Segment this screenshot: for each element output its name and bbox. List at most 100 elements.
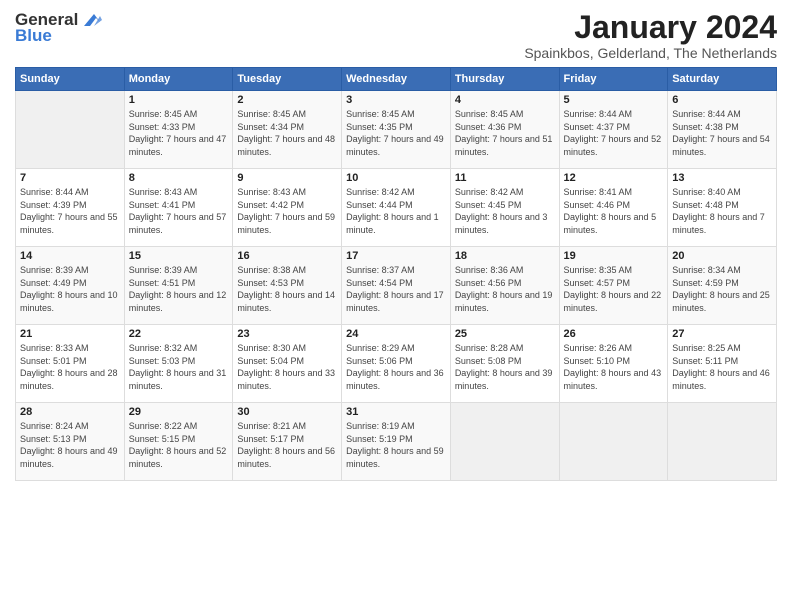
day-number: 7 — [20, 172, 120, 184]
cell-content: Sunrise: 8:45 AMSunset: 4:33 PMDaylight:… — [129, 108, 229, 158]
day-number: 18 — [455, 250, 555, 262]
calendar-cell: 10Sunrise: 8:42 AMSunset: 4:44 PMDayligh… — [342, 169, 451, 247]
day-number: 16 — [237, 250, 337, 262]
cell-content: Sunrise: 8:43 AMSunset: 4:42 PMDaylight:… — [237, 186, 337, 236]
calendar-cell — [668, 403, 777, 481]
calendar-cell: 3 Sunrise: 8:45 AMSunset: 4:35 PMDaylight… — [342, 91, 451, 169]
day-number: 13 — [672, 172, 772, 184]
day-number: 25 — [455, 328, 555, 340]
cell-content: Sunrise: 8:26 AMSunset: 5:10 PMDaylight:… — [564, 342, 664, 392]
calendar-cell: 20 Sunrise: 8:34 AMSunset: 4:59 PMDayligh… — [668, 247, 777, 325]
cell-content: Sunrise: 8:32 AMSunset: 5:03 PMDaylight:… — [129, 342, 229, 392]
calendar-cell: 29 Sunrise: 8:22 AMSunset: 5:15 PMDayligh… — [124, 403, 233, 481]
calendar-cell: 28Sunrise: 8:24 AMSunset: 5:13 PMDayligh… — [16, 403, 125, 481]
cell-content: Sunrise: 8:37 AMSunset: 4:54 PMDaylight:… — [346, 264, 446, 314]
cell-content: Sunrise: 8:29 AMSunset: 5:06 PMDaylight:… — [346, 342, 446, 392]
cell-content: Sunrise: 8:22 AMSunset: 5:15 PMDaylight:… — [129, 420, 229, 470]
day-number: 1 — [129, 94, 229, 106]
calendar-cell: 11Sunrise: 8:42 AMSunset: 4:45 PMDayligh… — [450, 169, 559, 247]
calendar-cell: 2Sunrise: 8:45 AMSunset: 4:34 PMDaylight… — [233, 91, 342, 169]
logo: General Blue — [15, 10, 102, 46]
week-row-1: 7 Sunrise: 8:44 AMSunset: 4:39 PMDaylight… — [16, 169, 777, 247]
calendar-cell: 5Sunrise: 8:44 AMSunset: 4:37 PMDaylight… — [559, 91, 668, 169]
calendar-cell: 14 Sunrise: 8:39 AMSunset: 4:49 PMDayligh… — [16, 247, 125, 325]
day-number: 3 — [346, 94, 446, 106]
day-number: 21 — [20, 328, 120, 340]
cell-content: Sunrise: 8:45 AMSunset: 4:35 PMDaylight:… — [346, 108, 446, 158]
day-number: 6 — [672, 94, 772, 106]
calendar-cell: 27Sunrise: 8:25 AMSunset: 5:11 PMDayligh… — [668, 325, 777, 403]
header-wednesday: Wednesday — [342, 68, 451, 91]
calendar-cell: 4 Sunrise: 8:45 AMSunset: 4:36 PMDaylight… — [450, 91, 559, 169]
day-number: 28 — [20, 406, 120, 418]
cell-content: Sunrise: 8:44 AMSunset: 4:38 PMDaylight:… — [672, 108, 772, 158]
calendar-cell: 24 Sunrise: 8:29 AMSunset: 5:06 PMDayligh… — [342, 325, 451, 403]
cell-content: Sunrise: 8:45 AMSunset: 4:34 PMDaylight:… — [237, 108, 337, 158]
calendar-cell — [16, 91, 125, 169]
week-row-3: 21 Sunrise: 8:33 AMSunset: 5:01 PMDayligh… — [16, 325, 777, 403]
calendar-cell: 15 Sunrise: 8:39 AMSunset: 4:51 PMDayligh… — [124, 247, 233, 325]
header-sunday: Sunday — [16, 68, 125, 91]
calendar-cell: 7 Sunrise: 8:44 AMSunset: 4:39 PMDaylight… — [16, 169, 125, 247]
day-number: 12 — [564, 172, 664, 184]
location: Spainkbos, Gelderland, The Netherlands — [524, 45, 777, 61]
month-title: January 2024 — [524, 10, 777, 45]
cell-content: Sunrise: 8:35 AMSunset: 4:57 PMDaylight:… — [564, 264, 664, 314]
calendar-cell: 1 Sunrise: 8:45 AMSunset: 4:33 PMDaylight… — [124, 91, 233, 169]
day-number: 20 — [672, 250, 772, 262]
cell-content: Sunrise: 8:40 AMSunset: 4:48 PMDaylight:… — [672, 186, 772, 236]
calendar-cell — [450, 403, 559, 481]
calendar-cell: 13 Sunrise: 8:40 AMSunset: 4:48 PMDayligh… — [668, 169, 777, 247]
day-number: 24 — [346, 328, 446, 340]
calendar-table: SundayMondayTuesdayWednesdayThursdayFrid… — [15, 67, 777, 481]
day-number: 14 — [20, 250, 120, 262]
day-number: 30 — [237, 406, 337, 418]
calendar-cell: 17Sunrise: 8:37 AMSunset: 4:54 PMDayligh… — [342, 247, 451, 325]
header-monday: Monday — [124, 68, 233, 91]
day-number: 8 — [129, 172, 229, 184]
cell-content: Sunrise: 8:21 AMSunset: 5:17 PMDaylight:… — [237, 420, 337, 470]
cell-content: Sunrise: 8:19 AMSunset: 5:19 PMDaylight:… — [346, 420, 446, 470]
day-number: 26 — [564, 328, 664, 340]
calendar-cell: 6 Sunrise: 8:44 AMSunset: 4:38 PMDaylight… — [668, 91, 777, 169]
cell-content: Sunrise: 8:34 AMSunset: 4:59 PMDaylight:… — [672, 264, 772, 314]
header-row: SundayMondayTuesdayWednesdayThursdayFrid… — [16, 68, 777, 91]
day-number: 29 — [129, 406, 229, 418]
cell-content: Sunrise: 8:30 AMSunset: 5:04 PMDaylight:… — [237, 342, 337, 392]
cell-content: Sunrise: 8:39 AMSunset: 4:49 PMDaylight:… — [20, 264, 120, 314]
calendar-cell: 23 Sunrise: 8:30 AMSunset: 5:04 PMDayligh… — [233, 325, 342, 403]
week-row-0: 1 Sunrise: 8:45 AMSunset: 4:33 PMDaylight… — [16, 91, 777, 169]
day-number: 19 — [564, 250, 664, 262]
header-friday: Friday — [559, 68, 668, 91]
cell-content: Sunrise: 8:33 AMSunset: 5:01 PMDaylight:… — [20, 342, 120, 392]
calendar-cell: 31 Sunrise: 8:19 AMSunset: 5:19 PMDayligh… — [342, 403, 451, 481]
header-saturday: Saturday — [668, 68, 777, 91]
day-number: 27 — [672, 328, 772, 340]
calendar-cell: 19 Sunrise: 8:35 AMSunset: 4:57 PMDayligh… — [559, 247, 668, 325]
day-number: 9 — [237, 172, 337, 184]
cell-content: Sunrise: 8:44 AMSunset: 4:39 PMDaylight:… — [20, 186, 120, 236]
header-thursday: Thursday — [450, 68, 559, 91]
calendar-cell: 8 Sunrise: 8:43 AMSunset: 4:41 PMDaylight… — [124, 169, 233, 247]
calendar-cell: 12Sunrise: 8:41 AMSunset: 4:46 PMDayligh… — [559, 169, 668, 247]
cell-content: Sunrise: 8:28 AMSunset: 5:08 PMDaylight:… — [455, 342, 555, 392]
calendar-cell: 9 Sunrise: 8:43 AMSunset: 4:42 PMDaylight… — [233, 169, 342, 247]
week-row-4: 28Sunrise: 8:24 AMSunset: 5:13 PMDayligh… — [16, 403, 777, 481]
day-number: 22 — [129, 328, 229, 340]
day-number: 11 — [455, 172, 555, 184]
day-number: 15 — [129, 250, 229, 262]
day-number: 4 — [455, 94, 555, 106]
day-number: 31 — [346, 406, 446, 418]
cell-content: Sunrise: 8:39 AMSunset: 4:51 PMDaylight:… — [129, 264, 229, 314]
cell-content: Sunrise: 8:38 AMSunset: 4:53 PMDaylight:… — [237, 264, 337, 314]
cell-content: Sunrise: 8:36 AMSunset: 4:56 PMDaylight:… — [455, 264, 555, 314]
calendar-cell: 30 Sunrise: 8:21 AMSunset: 5:17 PMDayligh… — [233, 403, 342, 481]
cell-content: Sunrise: 8:43 AMSunset: 4:41 PMDaylight:… — [129, 186, 229, 236]
calendar-cell: 26 Sunrise: 8:26 AMSunset: 5:10 PMDayligh… — [559, 325, 668, 403]
cell-content: Sunrise: 8:45 AMSunset: 4:36 PMDaylight:… — [455, 108, 555, 158]
day-number: 23 — [237, 328, 337, 340]
week-row-2: 14 Sunrise: 8:39 AMSunset: 4:49 PMDayligh… — [16, 247, 777, 325]
day-number: 10 — [346, 172, 446, 184]
header-tuesday: Tuesday — [233, 68, 342, 91]
calendar-cell: 16 Sunrise: 8:38 AMSunset: 4:53 PMDayligh… — [233, 247, 342, 325]
